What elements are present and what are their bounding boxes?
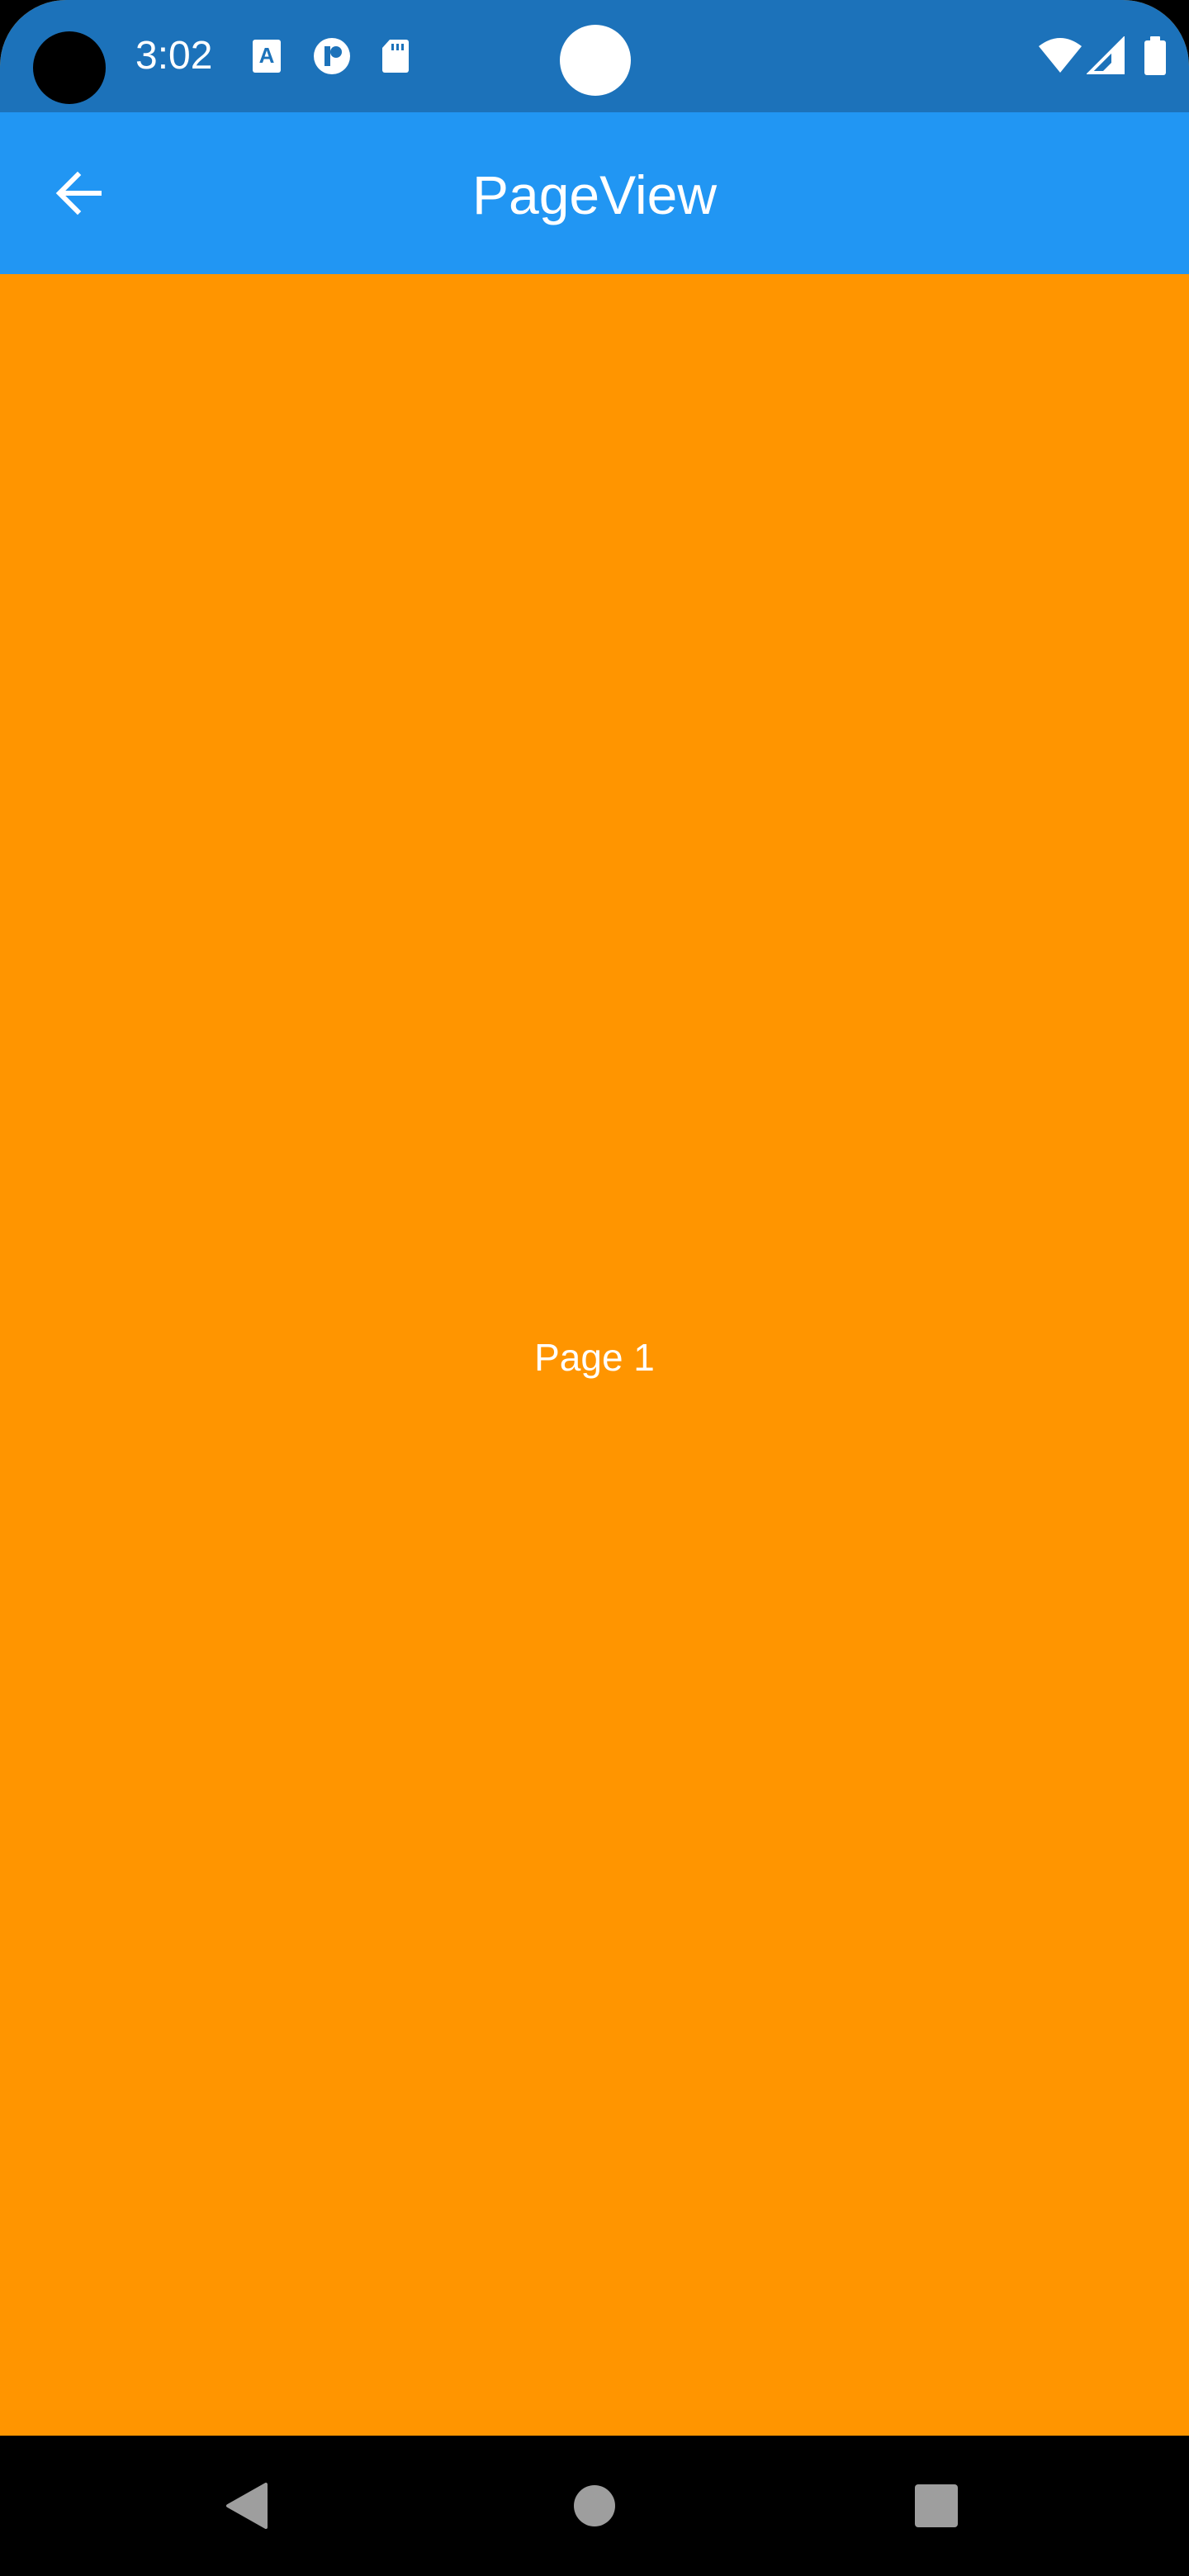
status-time: 3:02 <box>135 34 213 78</box>
p-app-icon <box>314 38 350 74</box>
app-bar: PageView <box>0 112 1189 274</box>
nav-recents-button[interactable] <box>887 2456 986 2555</box>
page-view[interactable]: Page 1 <box>0 274 1189 2436</box>
status-bar: 3:02 A <box>0 0 1189 112</box>
battery-icon <box>1144 36 1166 75</box>
privacy-indicator-dot <box>560 25 631 96</box>
signal-icon <box>1087 36 1125 74</box>
recents-square-icon <box>915 2484 958 2527</box>
svg-text:A: A <box>259 43 275 68</box>
page-label: Page 1 <box>534 1336 655 1379</box>
nav-home-button[interactable] <box>545 2456 644 2555</box>
app-title: PageView <box>471 164 717 225</box>
screen: 3:02 A PageView Page 1 <box>0 0 1189 2576</box>
back-triangle-icon <box>226 2483 268 2529</box>
text-a-icon: A <box>253 40 281 73</box>
camera-cutout <box>33 31 106 104</box>
navigation-bar <box>0 2436 1189 2576</box>
home-circle-icon <box>574 2485 615 2526</box>
wifi-icon <box>1039 38 1082 73</box>
sd-card-icon <box>382 40 409 73</box>
nav-back-button[interactable] <box>198 2456 297 2555</box>
